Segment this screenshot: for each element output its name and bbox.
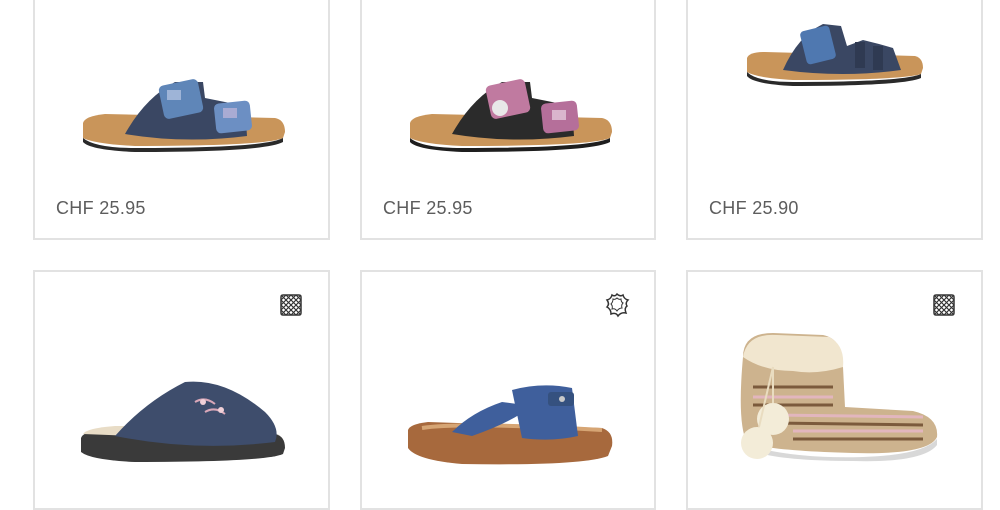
product-image[interactable] (402, 372, 622, 472)
product-card[interactable]: CHF 25.95 (33, 0, 330, 240)
product-price: CHF 25.95 (56, 198, 146, 218)
product-image[interactable] (402, 68, 622, 168)
product-card[interactable] (360, 270, 656, 510)
product-card[interactable] (686, 270, 983, 510)
product-card[interactable]: CHF 25.95 (360, 0, 656, 240)
product-image[interactable] (743, 18, 933, 98)
product-card[interactable]: CHF 25.90 (686, 0, 983, 240)
product-image[interactable] (75, 68, 295, 168)
textile-material-icon (933, 294, 955, 316)
product-image[interactable] (733, 327, 943, 467)
product-price: CHF 25.95 (383, 198, 473, 218)
product-image[interactable] (75, 372, 295, 472)
product-price: CHF 25.90 (709, 198, 799, 218)
product-card[interactable] (33, 270, 330, 510)
textile-material-icon (280, 294, 302, 316)
leather-material-icon (605, 292, 630, 318)
